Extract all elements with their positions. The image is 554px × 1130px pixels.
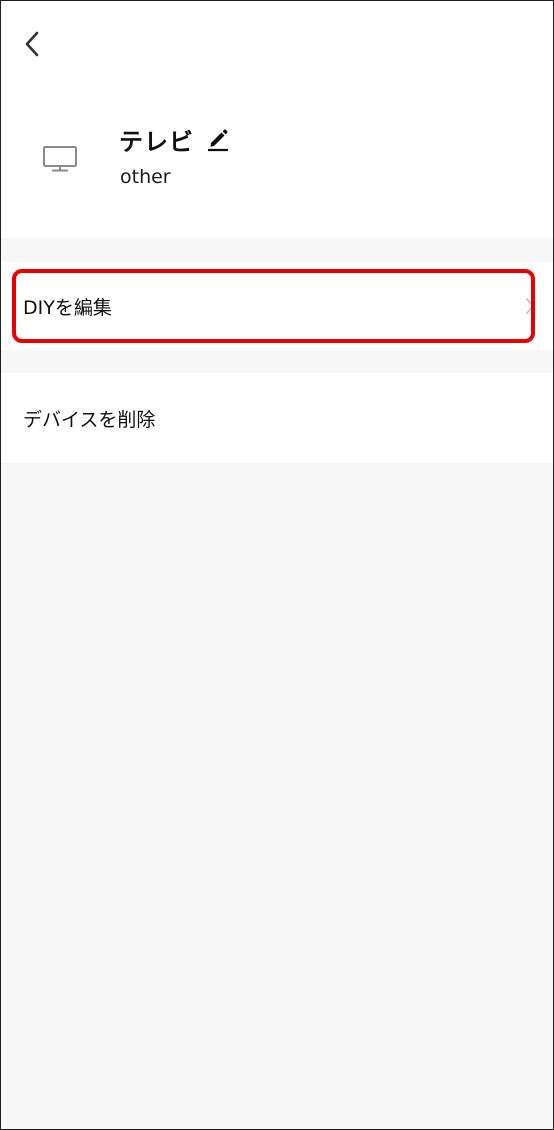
device-title: テレビ <box>119 122 230 156</box>
device-settings-screen: テレビ other DIYを編集 デバイスを削除 <box>0 0 554 1130</box>
delete-device-label: デバイスを削除 <box>23 408 156 431</box>
pencil-icon[interactable] <box>206 126 230 152</box>
device-name: テレビ <box>119 127 194 156</box>
chevron-right-icon <box>526 298 534 314</box>
edit-diy-label: DIYを編集 <box>23 296 112 319</box>
edit-diy-row[interactable]: DIYを編集 <box>1 262 553 350</box>
device-category: other <box>120 166 171 188</box>
chevron-left-icon <box>25 31 39 57</box>
back-button[interactable] <box>15 27 49 61</box>
delete-device-row[interactable]: デバイスを削除 <box>1 373 553 463</box>
monitor-icon <box>43 146 77 172</box>
device-header: テレビ other <box>1 1 553 238</box>
